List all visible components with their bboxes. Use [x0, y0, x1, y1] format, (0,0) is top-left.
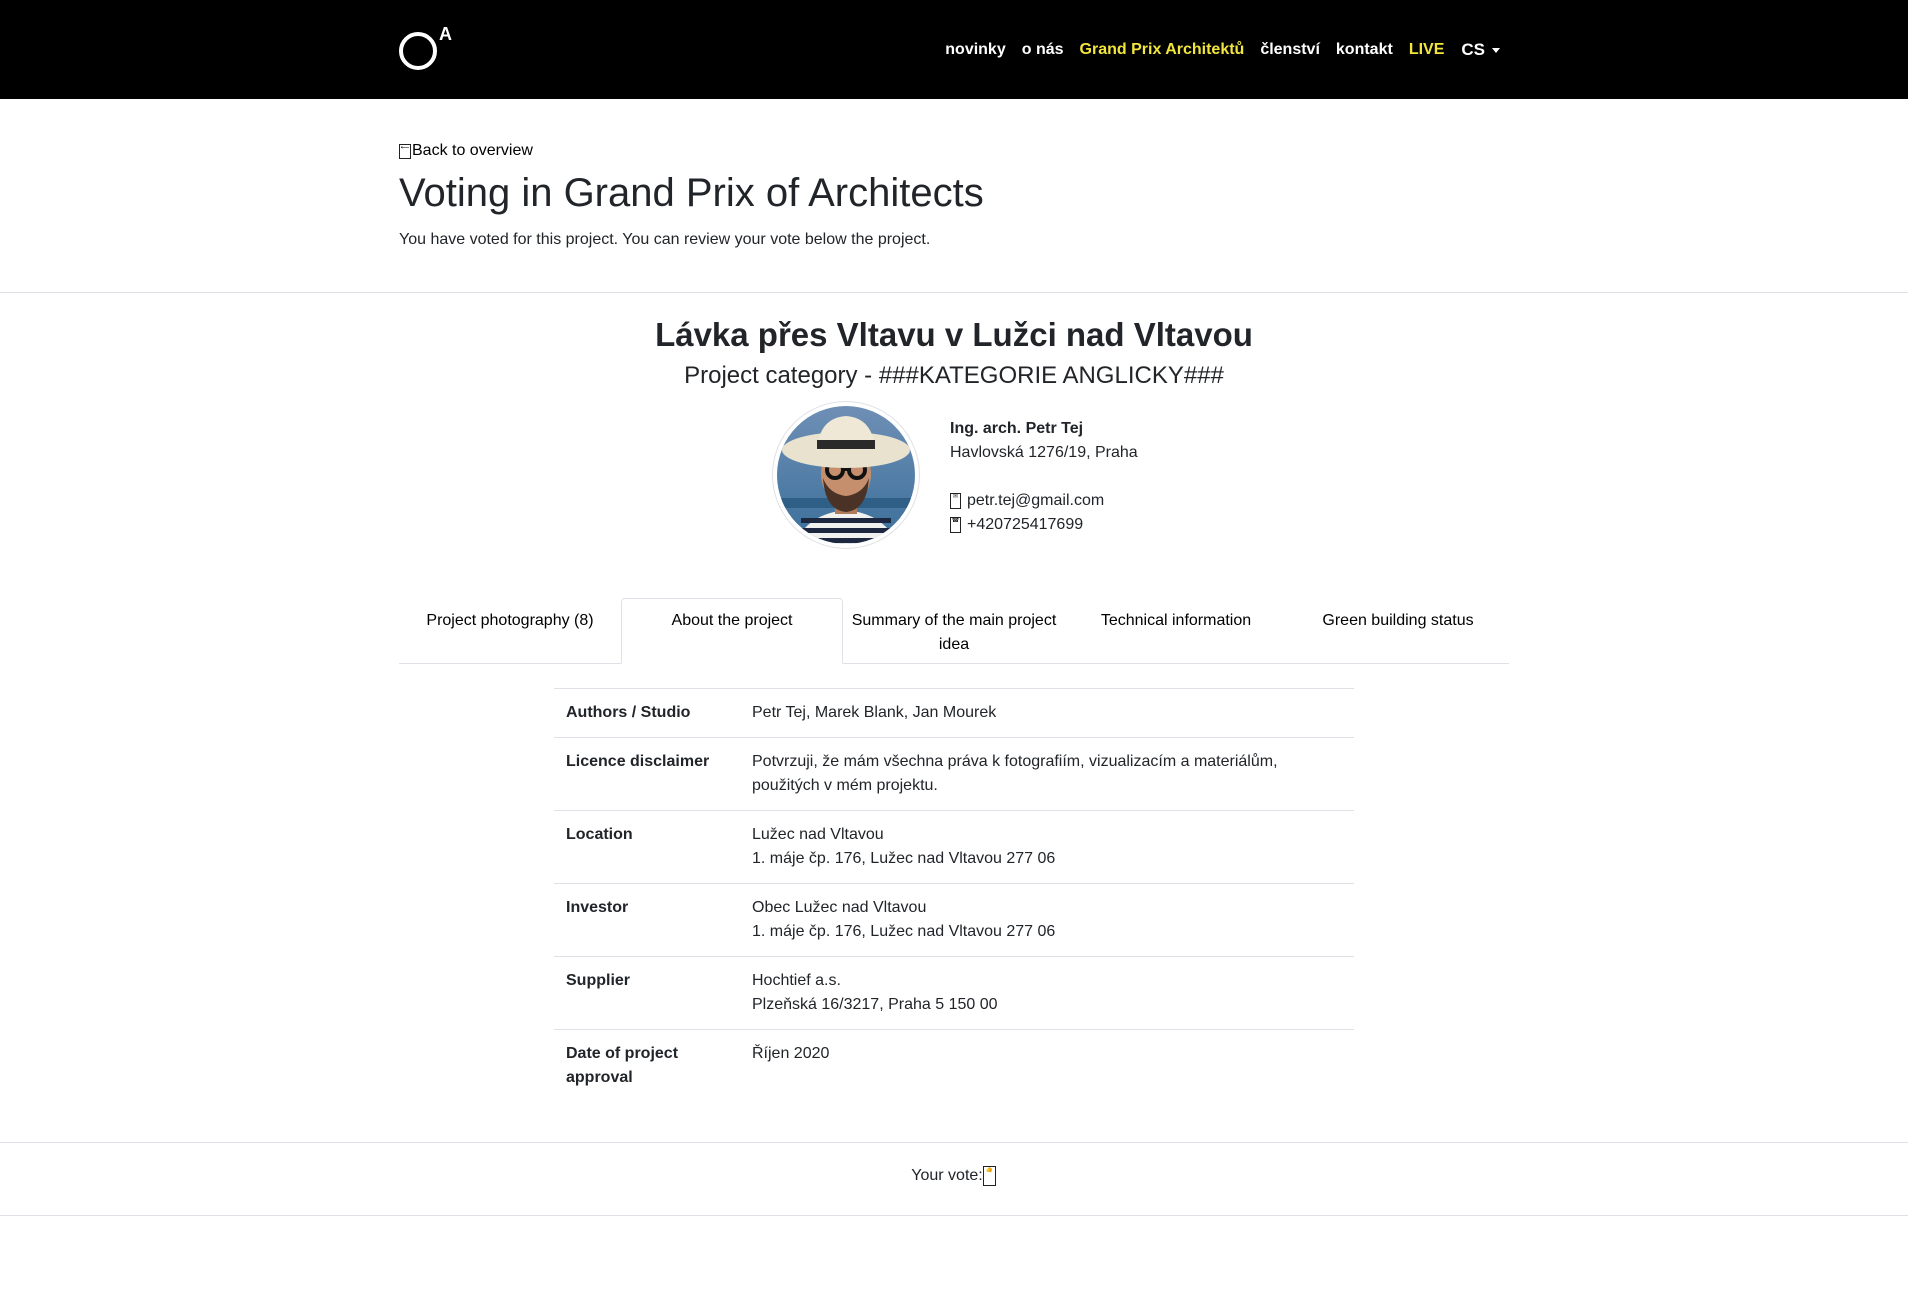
row-label: Investor	[554, 883, 740, 957]
row-value: Petr Tej, Marek Blank, Jan Mourek	[740, 688, 1354, 738]
vote-status-note: You have voted for this project. You can…	[399, 231, 931, 248]
author-email-row: ✉ petr.tej@gmail.com	[950, 489, 1138, 513]
page-title: Voting in Grand Prix of Architects	[399, 171, 984, 215]
table-row: Date of project approval Říjen 2020	[554, 1029, 1354, 1102]
nav-item-o-nas[interactable]: o nás	[1022, 41, 1064, 59]
project-tabs: Project photography (8) About the projec…	[399, 598, 1509, 664]
logo-circle-icon	[399, 32, 437, 70]
back-to-overview-link[interactable]: ⟵ Back to overview	[399, 142, 533, 160]
nav-item-kontakt[interactable]: kontakt	[1336, 41, 1393, 59]
project-title: Lávka přes Vltavu v Lužci nad Vltavou	[655, 316, 1253, 353]
table-row: Authors / Studio Petr Tej, Marek Blank, …	[554, 688, 1354, 738]
row-label: Licence disclaimer	[554, 737, 740, 811]
nav-item-grand-prix[interactable]: Grand Prix Architektů	[1080, 41, 1245, 59]
author-address: Havlovská 1276/19, Praha	[950, 444, 1138, 461]
row-value: Lužec nad Vltavou 1. máje čp. 176, Lužec…	[740, 810, 1354, 884]
author-email[interactable]: petr.tej@gmail.com	[967, 489, 1104, 513]
your-vote-label: Your vote:	[911, 1167, 983, 1184]
row-value: Říjen 2020	[740, 1029, 1354, 1102]
nav-item-novinky[interactable]: novinky	[945, 41, 1005, 59]
top-navbar: A novinky o nás Grand Prix Architektů čl…	[0, 0, 1908, 99]
divider	[0, 292, 1908, 293]
table-row: Supplier Hochtief a.s. Plzeňská 16/3217,…	[554, 956, 1354, 1030]
author-photo	[777, 406, 915, 544]
author-info: Ing. arch. Petr Tej Havlovská 1276/19, P…	[950, 417, 1138, 537]
back-label: Back to overview	[412, 142, 533, 159]
author-phone-row: ☎ +420725417699	[950, 513, 1138, 537]
language-dropdown[interactable]: CS	[1461, 40, 1500, 60]
arrow-left-icon: ⟵	[399, 143, 411, 159]
table-row: Licence disclaimer Potvrzuji, že mám vše…	[554, 737, 1354, 811]
author-name: Ing. arch. Petr Tej	[950, 420, 1084, 437]
tab-about-the-project[interactable]: About the project	[621, 598, 843, 664]
row-label: Location	[554, 810, 740, 884]
divider	[0, 1142, 1908, 1143]
project-category: Project category - ###KATEGORIE ANGLICKY…	[684, 362, 1224, 389]
row-label: Supplier	[554, 956, 740, 1030]
table-row: Location Lužec nad Vltavou 1. máje čp. 1…	[554, 810, 1354, 884]
site-logo[interactable]: A	[398, 24, 458, 72]
tab-project-photography[interactable]: Project photography (8)	[399, 598, 621, 663]
logo-letter: A	[439, 24, 452, 44]
divider	[0, 1215, 1908, 1216]
author-avatar	[772, 401, 920, 549]
row-label: Date of project approval	[554, 1029, 740, 1102]
tab-technical-information[interactable]: Technical information	[1065, 598, 1287, 663]
tab-green-building-status[interactable]: Green building status	[1287, 598, 1509, 663]
row-value: Hochtief a.s. Plzeňská 16/3217, Praha 5 …	[740, 956, 1354, 1030]
project-details-table: Authors / Studio Petr Tej, Marek Blank, …	[554, 688, 1354, 1102]
row-value: Potvrzuji, že mám všechna práva k fotogr…	[740, 737, 1354, 811]
phone-icon: ☎	[950, 517, 961, 533]
author-phone[interactable]: +420725417699	[967, 513, 1083, 537]
row-value: Obec Lužec nad Vltavou 1. máje čp. 176, …	[740, 883, 1354, 957]
your-vote: Your vote: 👍	[0, 1166, 1908, 1186]
row-label: Authors / Studio	[554, 688, 740, 738]
envelope-icon: ✉	[950, 493, 961, 509]
tab-summary-main-idea[interactable]: Summary of the main project idea	[843, 598, 1065, 663]
nav-item-clenstvi[interactable]: členství	[1260, 41, 1320, 59]
main-nav: novinky o nás Grand Prix Architektů člen…	[929, 38, 1500, 62]
language-label: CS	[1461, 40, 1485, 59]
thumbs-up-icon: 👍	[982, 1166, 996, 1186]
chevron-down-icon	[1492, 47, 1500, 53]
nav-item-live[interactable]: LIVE	[1409, 41, 1445, 59]
table-row: Investor Obec Lužec nad Vltavou 1. máje …	[554, 883, 1354, 957]
